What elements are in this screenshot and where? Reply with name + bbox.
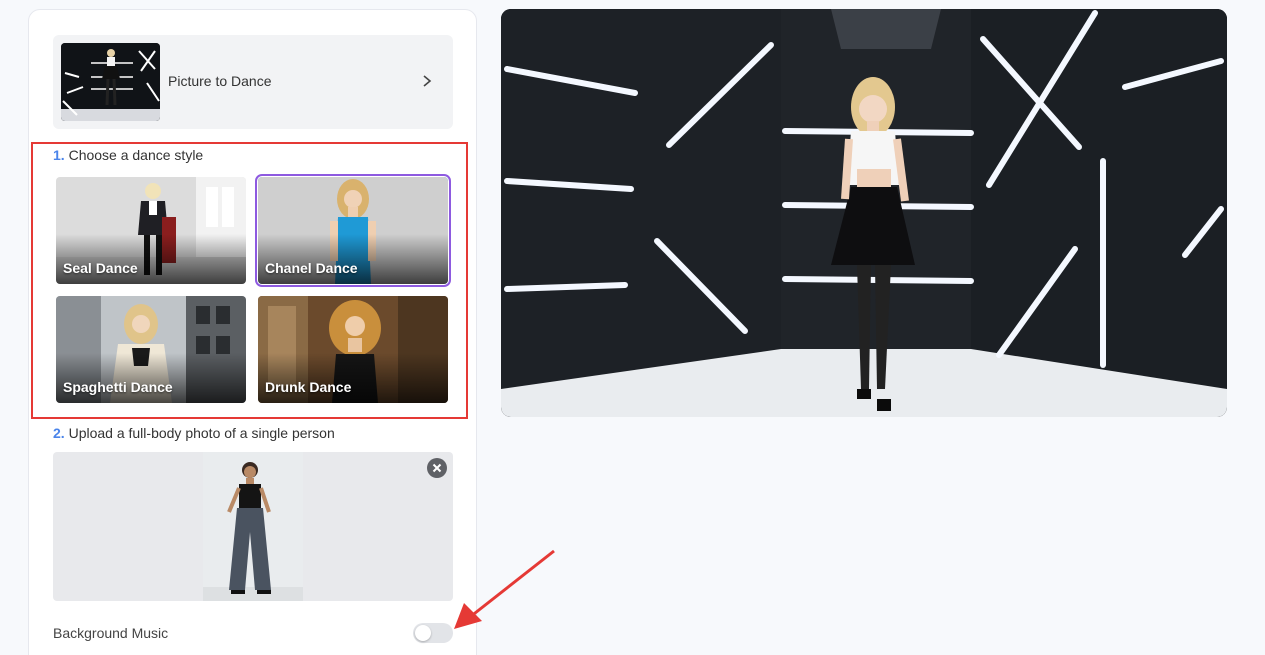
- dance-preview-image: [501, 9, 1227, 417]
- settings-panel: Picture to Dance 1. Choose a dance style…: [28, 9, 477, 655]
- step2-number: 2.: [53, 425, 65, 441]
- style-label-drunk-dance: Drunk Dance: [265, 379, 352, 395]
- style-card-shade: [56, 234, 246, 284]
- uploaded-photo: [203, 452, 303, 601]
- style-card-drunk-dance[interactable]: Drunk Dance: [258, 296, 448, 403]
- style-label-chanel-dance: Chanel Dance: [265, 260, 358, 276]
- photo-upload-area[interactable]: [53, 452, 453, 601]
- style-card-chanel-dance[interactable]: Chanel Dance: [255, 174, 451, 287]
- tool-label: Picture to Dance: [168, 73, 272, 89]
- background-music-label: Background Music: [53, 625, 169, 641]
- style-card-shade: [258, 234, 448, 284]
- step2-title: Upload a full-body photo of a single per…: [68, 425, 335, 441]
- style-card-shade: [56, 353, 246, 403]
- tool-selector[interactable]: Picture to Dance: [53, 35, 453, 129]
- style-card-seal-dance[interactable]: Seal Dance: [56, 177, 246, 284]
- style-card-shade: [258, 353, 448, 403]
- style-label-spaghetti-dance: Spaghetti Dance: [63, 379, 173, 395]
- remove-photo-button[interactable]: [427, 458, 447, 478]
- toggle-knob: [415, 625, 431, 641]
- close-icon: [432, 463, 442, 473]
- style-label-seal-dance: Seal Dance: [63, 260, 138, 276]
- step2-heading: 2. Upload a full-body photo of a single …: [53, 425, 335, 441]
- style-card-spaghetti-dance[interactable]: Spaghetti Dance: [56, 296, 246, 403]
- chevron-right-icon: [423, 75, 432, 87]
- annotation-arrow-icon: [454, 549, 555, 629]
- tool-thumbnail: [61, 43, 160, 121]
